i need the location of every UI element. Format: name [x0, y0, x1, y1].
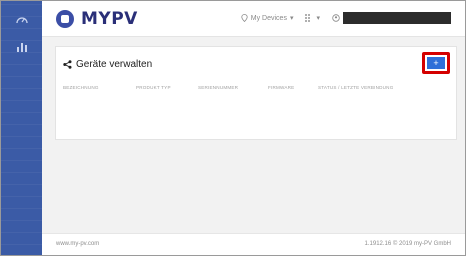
brand-logo[interactable]: MYPV — [56, 9, 138, 29]
logo-text: MYPV — [81, 9, 138, 29]
column-header[interactable]: SERIENNUMMER — [198, 85, 238, 90]
devices-menu[interactable]: My Devices ▾ — [241, 14, 294, 22]
header-actions: My Devices ▾ ▾ — [241, 12, 451, 24]
add-button-highlight: + — [422, 52, 450, 74]
chevron-down-icon: ▾ — [316, 15, 320, 22]
main-content: Geräte verwalten + BEZEICHNUNG PRODUKT T… — [42, 37, 465, 233]
redacted-user-name — [343, 12, 451, 24]
card-title-text: Geräte verwalten — [76, 59, 153, 70]
column-header[interactable]: BEZEICHNUNG — [63, 85, 99, 90]
gauge-icon[interactable] — [15, 13, 29, 27]
add-device-button[interactable]: + — [427, 57, 445, 69]
sidebar — [1, 1, 42, 255]
grid-icon — [305, 14, 311, 22]
footer-website-link[interactable]: www.my-pv.com — [56, 241, 99, 247]
top-bar: MYPV My Devices ▾ ▾ — [42, 1, 465, 37]
app-window: MYPV My Devices ▾ ▾ Geräte verwalten + B… — [0, 0, 466, 256]
logo-mark-icon — [56, 10, 74, 28]
table-header: BEZEICHNUNG PRODUKT TYP SERIENNUMMER FIR… — [63, 85, 449, 95]
location-pin-icon — [241, 14, 248, 22]
column-header[interactable]: PRODUKT TYP — [136, 85, 171, 90]
chevron-down-icon: ▾ — [289, 15, 294, 22]
grid-menu[interactable]: ▾ — [305, 14, 320, 22]
devices-card: Geräte verwalten + BEZEICHNUNG PRODUKT T… — [55, 46, 457, 140]
footer-copyright: 1.1912.16 © 2019 my-PV GmbH — [364, 241, 451, 247]
user-menu[interactable] — [332, 12, 451, 24]
card-title: Geräte verwalten — [63, 59, 152, 70]
user-icon — [332, 14, 340, 22]
column-header[interactable]: STATUS / LETZTE VERBINDUNG — [318, 85, 393, 90]
column-header[interactable]: FIRMWARE — [268, 85, 294, 90]
devices-menu-label: My Devices — [250, 14, 287, 22]
share-icon — [63, 60, 72, 69]
footer: www.my-pv.com 1.1912.16 © 2019 my-PV Gmb… — [42, 233, 465, 255]
bar-chart-icon[interactable] — [15, 39, 29, 53]
